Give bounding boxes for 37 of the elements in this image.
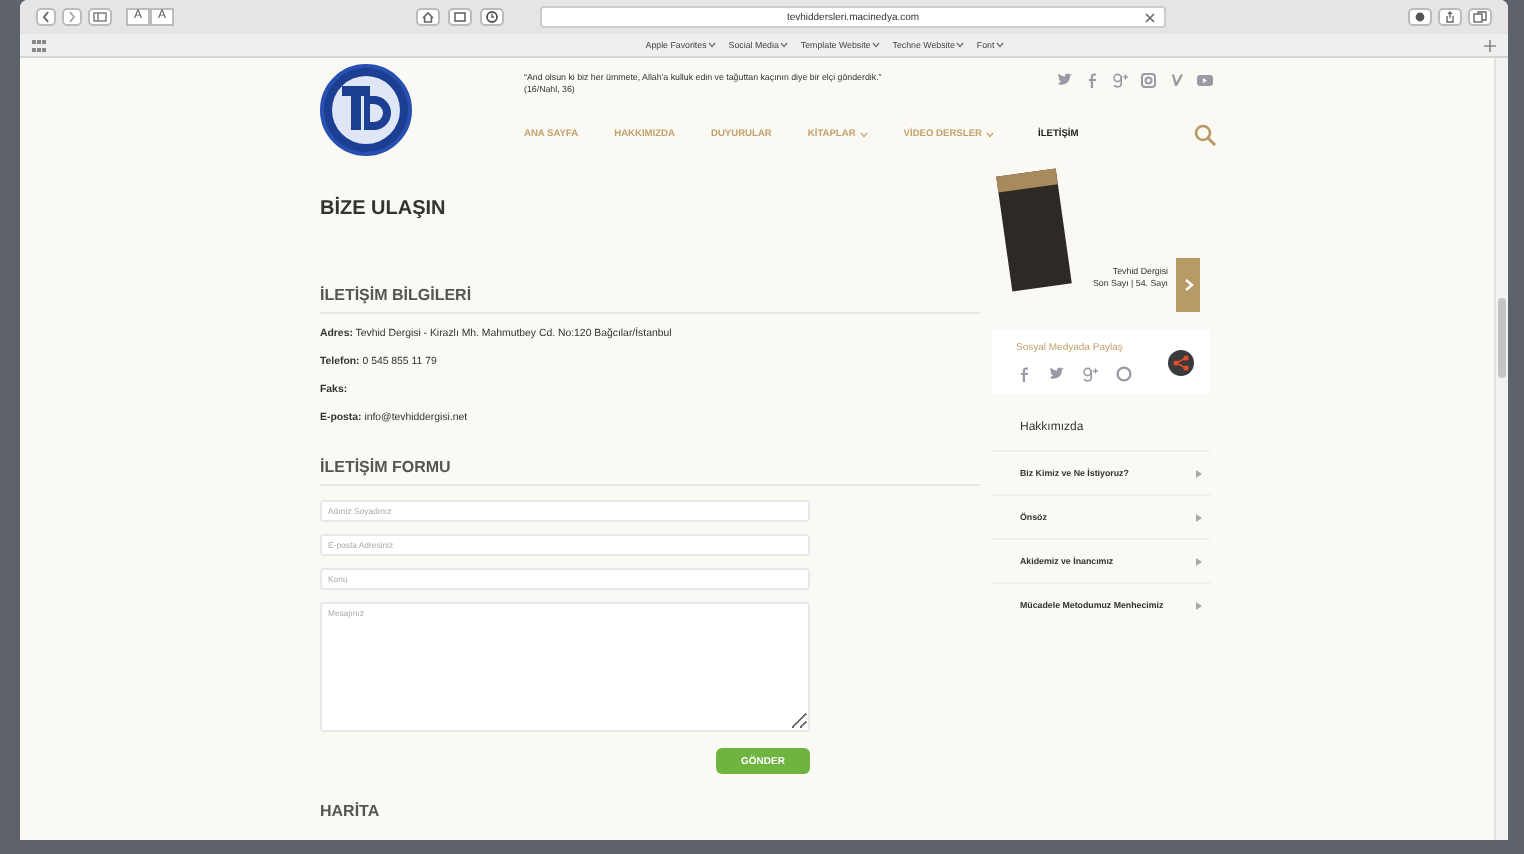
section-heading: HARİTA [320,802,382,824]
google-plus-icon[interactable] [1112,72,1130,88]
facebook-icon[interactable] [1016,366,1032,382]
tabs-icon[interactable] [1468,8,1492,26]
back-icon[interactable] [36,8,56,26]
caret-right-icon [1196,513,1202,521]
caret-right-icon [1196,557,1202,565]
chevron-down-icon [708,42,717,48]
section-heading: İLETİŞİM BİLGİLERİ [320,286,980,314]
caret-right-icon [1196,601,1202,609]
twitter-icon[interactable] [1048,366,1066,382]
facebook-icon[interactable] [1084,72,1102,88]
home-icon[interactable] [416,8,441,26]
grid-icon[interactable] [32,39,46,51]
logo-icon [320,64,412,156]
chevron-right-icon [1183,278,1193,292]
chevron-down-icon [956,42,965,48]
share-icon[interactable] [1168,349,1194,375]
search-icon[interactable] [1194,124,1216,146]
google-plus-icon[interactable] [1082,366,1100,382]
add-icon[interactable] [1483,39,1496,51]
caret-right-icon [1196,469,1202,477]
chevron-down-icon [872,42,881,48]
page-title: BİZE ULAŞIN [320,198,448,220]
camera-icon[interactable] [1140,72,1158,88]
next-button[interactable] [1176,258,1200,312]
youtube-icon[interactable] [1196,72,1214,88]
chevron-down-icon [996,42,1005,48]
scrollbar[interactable] [1494,58,1508,840]
history-icon[interactable] [480,8,505,26]
twitter-icon[interactable] [1056,72,1074,88]
chevron-down-icon [780,42,789,48]
section-heading: İLETİŞİM FORMU [320,458,980,486]
close-icon[interactable] [1144,11,1157,23]
vimeo-icon[interactable] [1168,72,1186,88]
sidebar-icon[interactable] [88,8,112,26]
scrollbar-thumb[interactable] [1498,298,1506,378]
